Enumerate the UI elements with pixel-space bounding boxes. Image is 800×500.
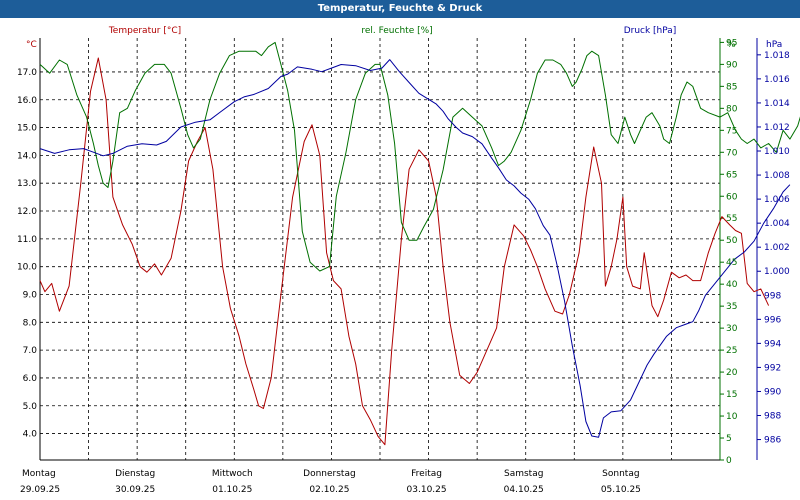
temperature-tick-label: 7.0 <box>23 346 38 356</box>
temperature-tick-label: 10.0 <box>17 263 37 273</box>
humidity-tick-label: 30 <box>726 324 738 334</box>
pressure-tick-label: 1.012 <box>764 123 790 133</box>
grid <box>39 38 721 460</box>
humidity-unit-label: % <box>727 40 736 50</box>
x-date-label: 01.10.25 <box>212 485 252 495</box>
pressure-tick-label: 1.014 <box>764 99 790 109</box>
pressure-tick-label: 994 <box>764 339 781 349</box>
humidity-tick-label: 50 <box>726 236 738 246</box>
humidity-tick-label: 25 <box>726 346 737 356</box>
pressure-unit-label: hPa <box>766 40 782 50</box>
temperature-tick-label: 5.0 <box>23 402 38 412</box>
temperature-tick-label: 12.0 <box>17 207 37 217</box>
humidity-tick-label: 75 <box>726 126 737 136</box>
x-day-label: Mittwoch <box>212 469 253 479</box>
humidity-tick-label: 85 <box>726 82 737 92</box>
pressure-series-label: Druck [hPa] <box>624 26 677 36</box>
humidity-tick-label: 40 <box>726 280 738 290</box>
pressure-tick-label: 1.006 <box>764 195 790 205</box>
pressure-tick-label: 986 <box>764 436 781 446</box>
x-date-label: 29.09.25 <box>20 485 60 495</box>
humidity-tick-label: 35 <box>726 302 737 312</box>
humidity-tick-label: 20 <box>726 368 738 378</box>
temperature-line <box>39 57 770 446</box>
humidity-tick-label: 60 <box>726 192 738 202</box>
temperature-tick-label: 15.0 <box>17 124 37 134</box>
x-date-label: 03.10.25 <box>407 485 447 495</box>
series <box>39 41 800 446</box>
humidity-tick-label: 10 <box>726 412 738 422</box>
temperature-tick-label: 4.0 <box>23 430 38 440</box>
pressure-tick-label: 1.002 <box>764 243 790 253</box>
x-date-label: 05.10.25 <box>601 485 641 495</box>
pressure-line <box>39 59 791 438</box>
temperature-tick-label: 9.0 <box>23 290 38 300</box>
temperature-tick-label: 13.0 <box>17 179 37 189</box>
temperature-unit-label: °C <box>26 40 37 50</box>
humidity-tick-label: 0 <box>726 456 732 466</box>
humidity-tick-label: 45 <box>726 258 737 268</box>
temperature-tick-label: 11.0 <box>17 235 37 245</box>
humidity-line <box>39 41 800 272</box>
x-day-label: Dienstag <box>115 469 155 479</box>
temperature-tick-label: 16.0 <box>17 96 37 106</box>
pressure-tick-label: 990 <box>764 387 781 397</box>
x-day-label: Sonntag <box>602 469 639 479</box>
pressure-tick-label: 1.008 <box>764 171 790 181</box>
temperature-series-label: Temperatur [°C] <box>108 26 181 36</box>
humidity-tick-label: 5 <box>726 434 732 444</box>
temperature-tick-label: 14.0 <box>17 151 37 161</box>
pressure-tick-label: 996 <box>764 315 781 325</box>
temperature-tick-label: 6.0 <box>23 374 38 384</box>
x-date-label: 04.10.25 <box>504 485 544 495</box>
pressure-tick-label: 1.010 <box>764 147 790 157</box>
humidity-tick-label: 90 <box>726 60 738 70</box>
x-day-label: Samstag <box>504 469 543 479</box>
weather-chart: 4.0 5.0 6.0 7.0 8.0 9.0 10.0 11.0 12.0 13.0 14.0 15… <box>17 26 800 495</box>
pressure-tick-label: 998 <box>764 291 781 301</box>
humidity-tick-label: 15 <box>726 390 737 400</box>
pressure-tick-label: 1.018 <box>764 51 790 61</box>
humidity-tick-label: 55 <box>726 214 737 224</box>
humidity-tick-label: 70 <box>726 148 738 158</box>
humidity-tick-label: 65 <box>726 170 737 180</box>
humidity-series-label: rel. Feuchte [%] <box>361 26 432 36</box>
pressure-tick-label: 1.004 <box>764 219 790 229</box>
humidity-tick-label: 80 <box>726 104 738 114</box>
temperature-tick-label: 8.0 <box>23 318 38 328</box>
pressure-tick-label: 988 <box>764 412 781 422</box>
pressure-tick-label: 1.000 <box>764 267 790 277</box>
x-date-label: 02.10.25 <box>309 485 349 495</box>
x-day-label: Freitag <box>411 469 442 479</box>
pressure-tick-label: 1.016 <box>764 75 790 85</box>
x-date-label: 30.09.25 <box>115 485 155 495</box>
x-day-label: Donnerstag <box>303 469 356 479</box>
pressure-tick-label: 992 <box>764 363 781 373</box>
x-day-label: Montag <box>22 469 56 479</box>
temperature-tick-label: 17.0 <box>17 68 37 78</box>
